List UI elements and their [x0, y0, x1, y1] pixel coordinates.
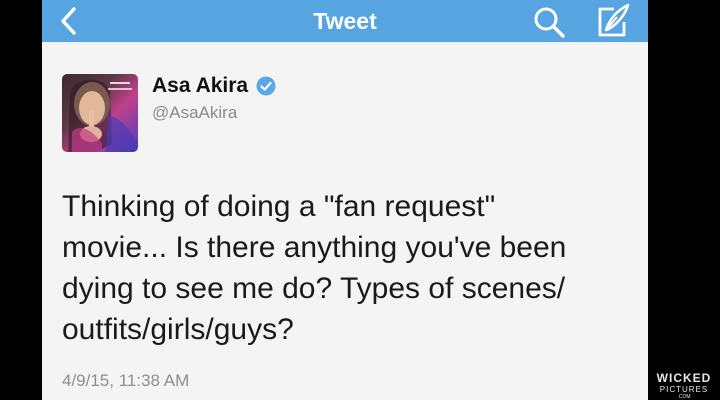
- search-button[interactable]: [532, 4, 568, 40]
- tweet-timestamp: 4/9/15, 11:38 AM: [62, 371, 190, 390]
- tweet-screen: Tweet Asa Akira @AsaAkira Thinking of do…: [42, 0, 648, 400]
- watermark-logo: WICKED PICTURES .COM: [651, 372, 717, 400]
- watermark-line: PICTURES: [659, 385, 709, 394]
- navigation-bar: Tweet: [42, 0, 648, 42]
- verified-badge-icon: [256, 76, 276, 96]
- tweet-text-line: dying to see me do? Types of scenes/: [62, 272, 566, 305]
- tweet-text-line: outfits/girls/guys?: [62, 313, 294, 346]
- tweet-text-line: movie... Is there anything you've been: [62, 231, 567, 264]
- compose-icon: [598, 3, 630, 37]
- tweet-text: Thinking of doing a "fan request" movie.…: [62, 186, 637, 350]
- author-name-text: Asa Akira: [152, 74, 249, 97]
- profile-photo: [68, 79, 138, 152]
- tweet-text-line: Thinking of doing a "fan request": [62, 190, 496, 223]
- author-name[interactable]: Asa Akira: [152, 74, 276, 98]
- search-icon: [534, 7, 565, 38]
- compose-button[interactable]: [592, 2, 632, 40]
- author-handle[interactable]: @AsaAkira: [152, 103, 237, 123]
- watermark-line: WICKED: [656, 371, 712, 385]
- watermark-line: .COM: [677, 394, 691, 400]
- avatar[interactable]: [62, 74, 138, 152]
